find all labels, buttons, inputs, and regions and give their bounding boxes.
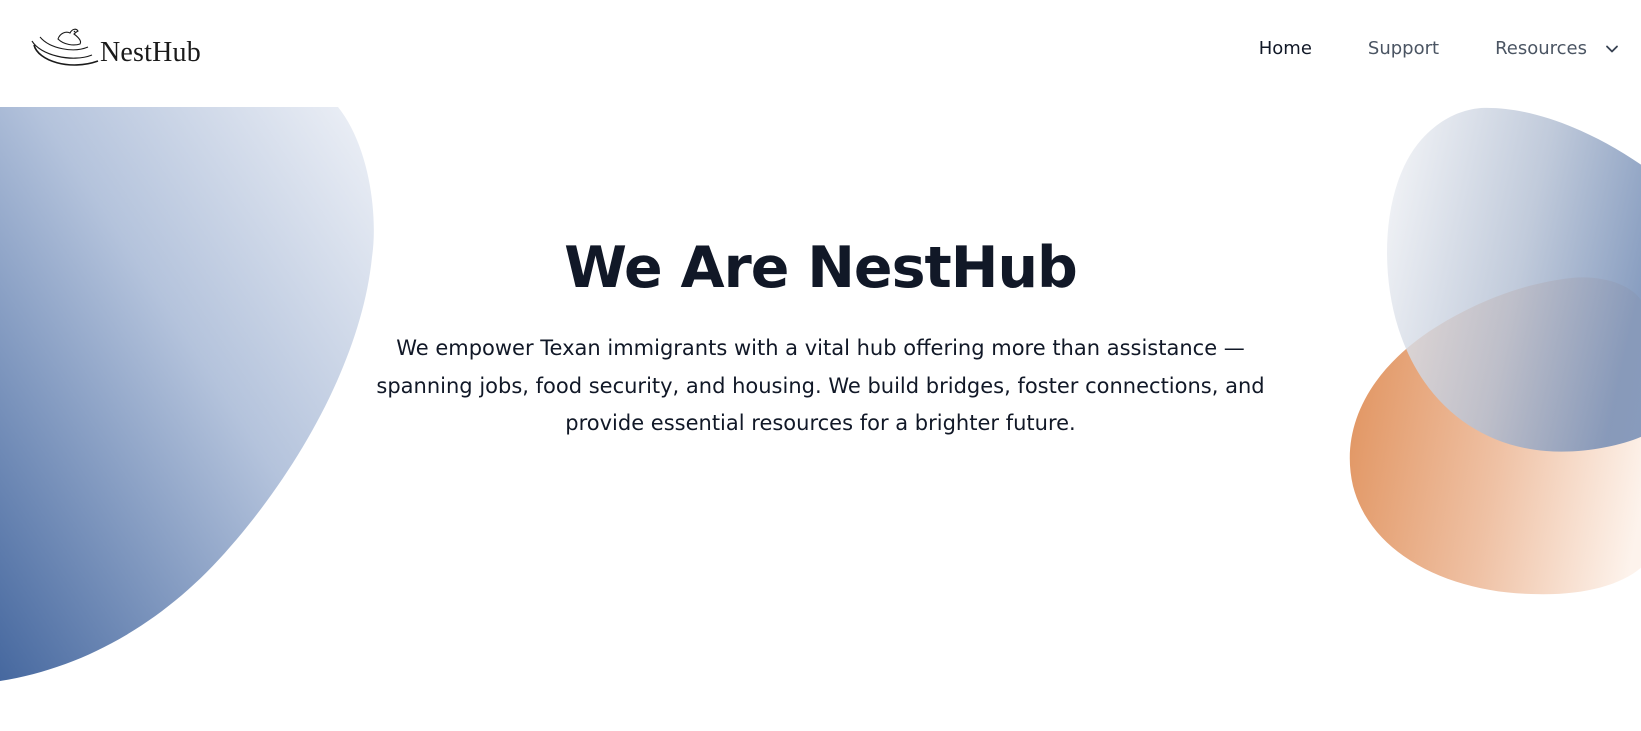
- nav-item-resources-label: Resources: [1495, 38, 1587, 59]
- nest-bird-logo-icon: [31, 28, 99, 66]
- brand-name: NestHub: [100, 37, 201, 68]
- nav-item-support[interactable]: Support: [1340, 34, 1467, 64]
- hero-title: We Are NestHub: [564, 235, 1078, 301]
- brand-logo-link[interactable]: NestHub: [30, 24, 201, 74]
- nav-item-home[interactable]: Home: [1231, 34, 1340, 64]
- hero-section: We Are NestHub We empower Texan immigran…: [0, 228, 1641, 443]
- chevron-down-icon: [1606, 45, 1618, 53]
- hero-description: We empower Texan immigrants with a vital…: [376, 336, 1265, 435]
- nav-item-resources[interactable]: Resources: [1467, 34, 1621, 64]
- site-header: NestHub Home Support Resources: [0, 0, 1641, 100]
- main-nav: Home Support Resources: [1231, 34, 1621, 64]
- page: NestHub Home Support Resources We Are Ne…: [0, 0, 1641, 731]
